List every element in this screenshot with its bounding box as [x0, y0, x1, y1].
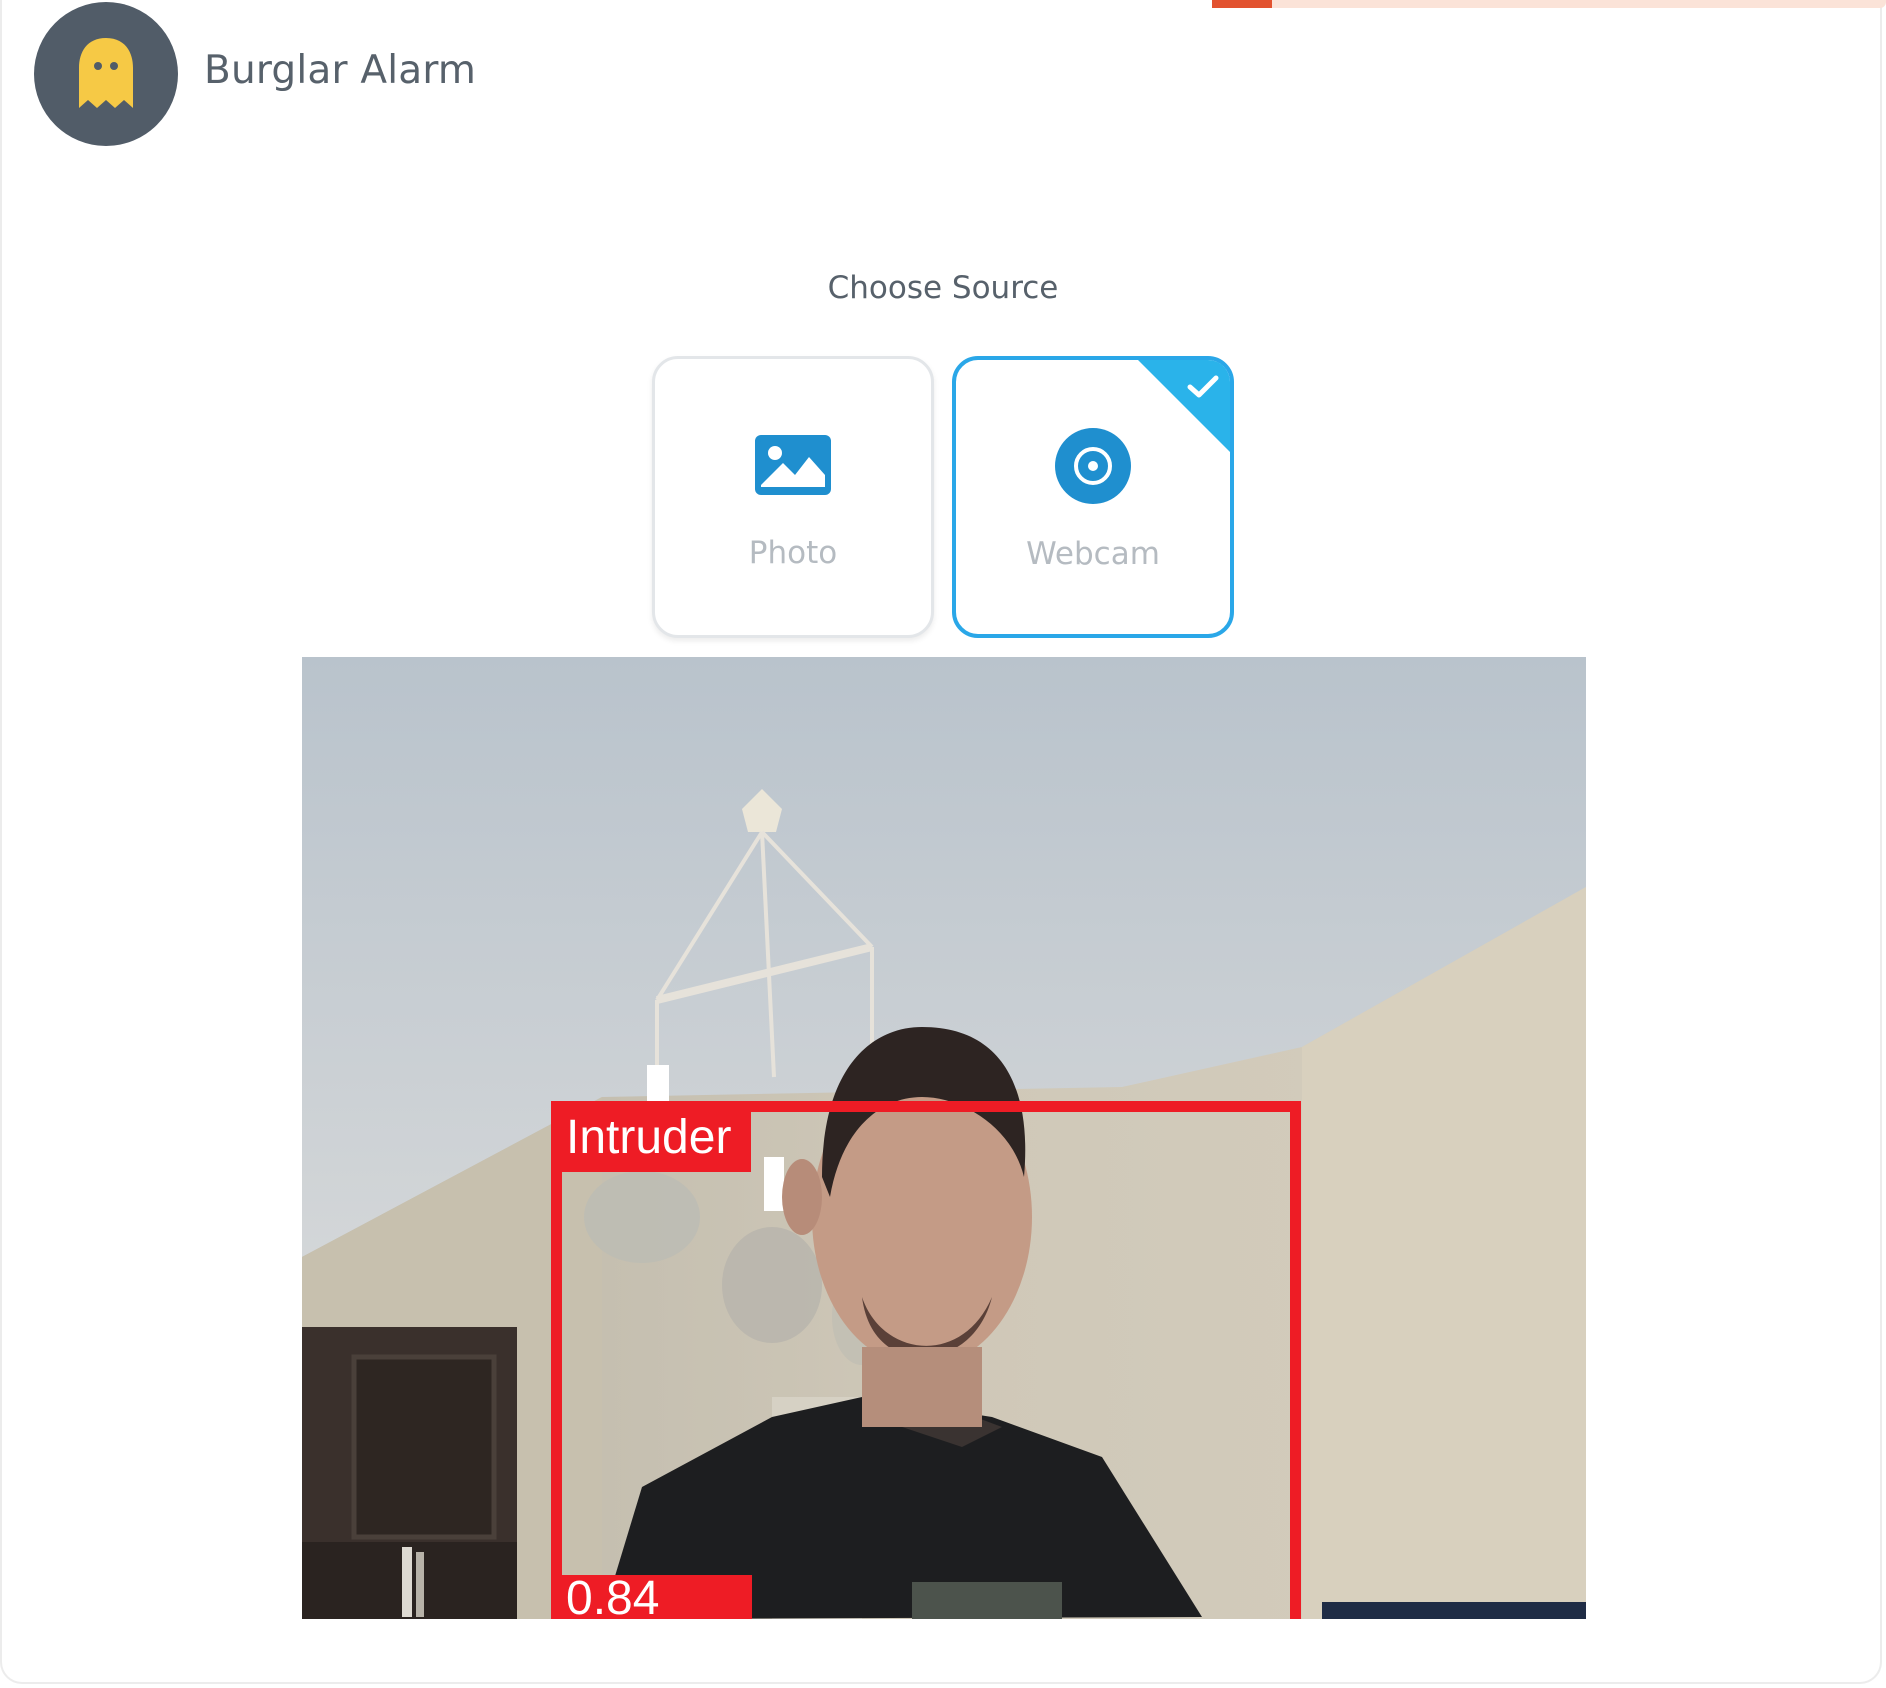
- ghost-icon: [79, 38, 133, 108]
- detection-box: Intruder 0.84: [551, 1101, 1301, 1619]
- image-icon: [755, 435, 831, 495]
- notification-banner: [1212, 0, 1886, 8]
- webcam-option-label: Webcam: [1026, 536, 1160, 572]
- photo-source-option[interactable]: Photo: [652, 356, 934, 638]
- webcam-source-option[interactable]: Webcam: [952, 356, 1234, 638]
- detection-score: 0.84: [562, 1575, 752, 1619]
- check-icon: [1187, 375, 1219, 398]
- photo-option-label: Photo: [748, 535, 838, 571]
- avatar: [34, 2, 178, 146]
- app-title: Burglar Alarm: [204, 48, 477, 93]
- detection-label: Intruder: [562, 1112, 752, 1172]
- choose-source-heading: Choose Source: [827, 270, 1059, 306]
- webcam-feed: Intruder 0.84: [302, 657, 1586, 1619]
- webcam-icon: [1055, 428, 1131, 504]
- notification-accent: [1212, 0, 1272, 8]
